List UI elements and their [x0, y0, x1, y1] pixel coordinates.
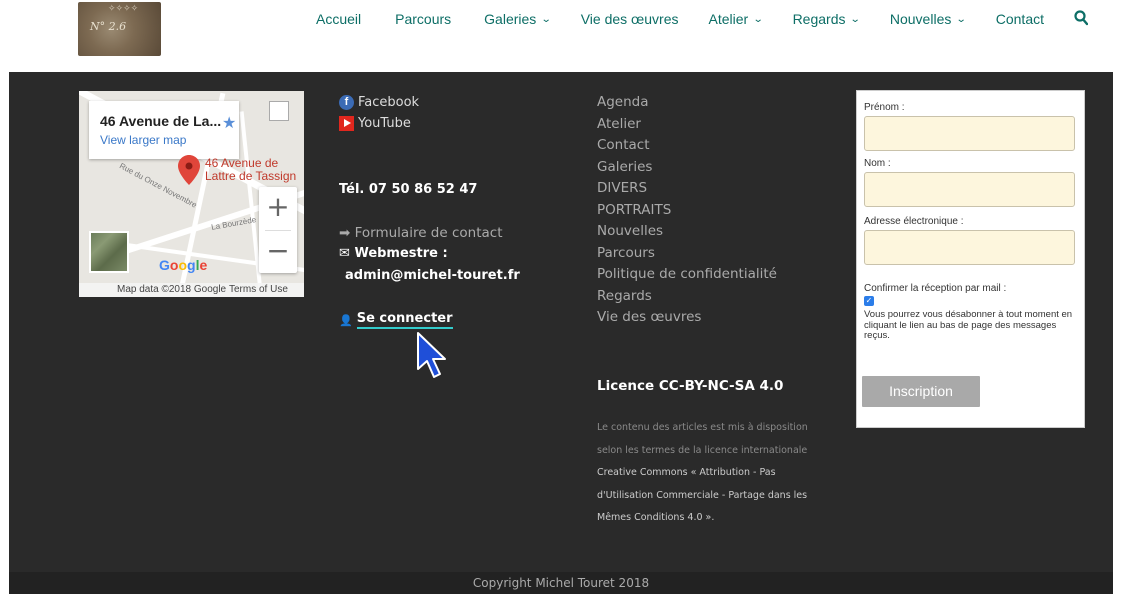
- google-logo: Google: [159, 257, 208, 273]
- licence-link[interactable]: Mêmes Conditions 4.0 ».: [597, 507, 829, 530]
- chevron-down-icon: ⌄: [956, 13, 968, 25]
- search-icon[interactable]: [1074, 10, 1088, 26]
- site-logo[interactable]: ✧✧✧✧ N° 2.6: [78, 2, 161, 56]
- terms-of-use-link[interactable]: Terms of Use: [229, 284, 288, 295]
- fullscreen-icon[interactable]: [269, 101, 289, 121]
- email-label: Adresse électronique :: [864, 216, 964, 227]
- nav-galeries[interactable]: Galeries ⌄: [484, 11, 552, 27]
- confirm-checkbox[interactable]: ✓: [864, 296, 874, 306]
- licence-link[interactable]: Creative Commons « Attribution - Pas: [597, 462, 829, 485]
- menu-item-nouvelles[interactable]: Nouvelles: [597, 221, 837, 243]
- envelope-icon: ✉: [339, 246, 350, 261]
- menu-item-contact[interactable]: Contact: [597, 135, 837, 157]
- facebook-label: Facebook: [358, 95, 420, 110]
- chevron-down-icon: ⌄: [541, 13, 552, 25]
- map-pin-icon[interactable]: [178, 155, 200, 185]
- map-info-card: 46 Avenue de La... ★ View larger map: [89, 101, 239, 159]
- facebook-link[interactable]: f Facebook: [339, 92, 579, 113]
- map-attribution-bar: Map data ©2018 Google Terms of Use: [79, 283, 304, 297]
- mouse-cursor-icon: [417, 332, 446, 378]
- chevron-down-icon: ⌄: [752, 13, 764, 25]
- site-header: ✧✧✧✧ N° 2.6 Accueil Parcours Galeries ⌄ V…: [0, 0, 1121, 72]
- star-icon[interactable]: ★: [222, 113, 236, 132]
- nav-nouvelles[interactable]: Nouvelles ⌄: [890, 11, 968, 27]
- menu-item-divers[interactable]: DIVERS: [597, 178, 837, 200]
- webmaster-email-link[interactable]: admin@michel-touret.fr: [345, 268, 520, 283]
- contact-form-link[interactable]: ➡ Formulaire de contact: [339, 225, 502, 241]
- nav-regards[interactable]: Regards ⌄: [793, 11, 862, 27]
- nav-parcours[interactable]: Parcours: [395, 11, 451, 27]
- unsubscribe-note: Vous pourrez vous désabonner à tout mome…: [864, 309, 1073, 341]
- youtube-label: YouTube: [358, 116, 411, 131]
- menu-item-regards[interactable]: Regards: [597, 286, 837, 308]
- nav-vie-des-oeuvres[interactable]: Vie des œuvres: [581, 11, 679, 27]
- map-place-title: 46 Avenue de La...: [100, 113, 222, 129]
- licence-text: Le contenu des articles est mis à dispos…: [597, 417, 829, 530]
- lastname-field[interactable]: [864, 172, 1075, 207]
- menu-item-agenda[interactable]: Agenda: [597, 92, 837, 114]
- map-pin-label: 46 Avenue de Lattre de Tassign: [205, 156, 297, 183]
- menu-item-galeries[interactable]: Galeries: [597, 157, 837, 179]
- firstname-field[interactable]: [864, 116, 1075, 151]
- phone-number: Tél. 07 50 86 52 47: [339, 182, 478, 197]
- map-data-text: Map data ©2018 Google: [117, 284, 227, 295]
- subscribe-button[interactable]: Inscription: [862, 376, 980, 407]
- user-icon: 👤: [339, 313, 353, 327]
- nav-atelier[interactable]: Atelier ⌄: [708, 11, 764, 27]
- login-link[interactable]: 👤 Se connecter: [339, 311, 453, 329]
- zoom-out-button[interactable]: −: [259, 231, 297, 273]
- zoom-in-button[interactable]: +: [259, 187, 297, 229]
- menu-item-parcours[interactable]: Parcours: [597, 243, 837, 265]
- youtube-icon: [339, 116, 354, 131]
- logo-text: N° 2.6: [90, 20, 127, 33]
- chevron-down-icon: ⌄: [850, 13, 862, 25]
- nav-accueil[interactable]: Accueil: [316, 11, 361, 27]
- embedded-map[interactable]: Rue du Onze Novembre La Bourzède 46 Aven…: [79, 91, 304, 297]
- view-larger-map-link[interactable]: View larger map: [100, 133, 186, 147]
- nav-contact[interactable]: Contact: [996, 11, 1044, 27]
- copyright-text: Copyright Michel Touret 2018: [472, 576, 650, 590]
- arrow-right-icon: ➡: [339, 225, 351, 241]
- licence-title: Licence CC-BY-NC-SA 4.0: [597, 378, 784, 394]
- menu-item-privacy[interactable]: Politique de confidentialité: [597, 264, 837, 286]
- satellite-toggle[interactable]: [89, 231, 129, 273]
- email-field[interactable]: [864, 230, 1075, 265]
- confirm-label: Confirmer la réception par mail :: [864, 283, 1007, 294]
- menu-item-portraits[interactable]: PORTRAITS: [597, 200, 837, 222]
- pages-menu: Agenda Atelier Contact Galeries DIVERS P…: [597, 92, 837, 329]
- login-label: Se connecter: [356, 311, 453, 329]
- youtube-link[interactable]: YouTube: [339, 113, 579, 134]
- contact-column: f Facebook YouTube Tél. 07 50 86 52 47 ➡…: [339, 92, 579, 329]
- newsletter-form: Prénom : Nom : Adresse électronique : Co…: [856, 90, 1085, 428]
- webmaster-label: ✉ Webmestre :: [339, 246, 448, 261]
- copyright-bar: Copyright Michel Touret 2018: [9, 572, 1113, 594]
- lastname-label: Nom :: [864, 158, 891, 169]
- logo-mark: ✧✧✧✧: [108, 4, 139, 14]
- firstname-label: Prénom :: [864, 102, 905, 113]
- main-nav: Accueil Parcours Galeries ⌄ Vie des œuvre…: [316, 8, 1044, 30]
- menu-item-vie-des-oeuvres[interactable]: Vie des œuvres: [597, 307, 837, 329]
- facebook-icon: f: [339, 95, 354, 110]
- menu-item-atelier[interactable]: Atelier: [597, 114, 837, 136]
- map-zoom-controls: + −: [259, 187, 297, 273]
- licence-link[interactable]: d'Utilisation Commerciale - Partage dans…: [597, 485, 829, 508]
